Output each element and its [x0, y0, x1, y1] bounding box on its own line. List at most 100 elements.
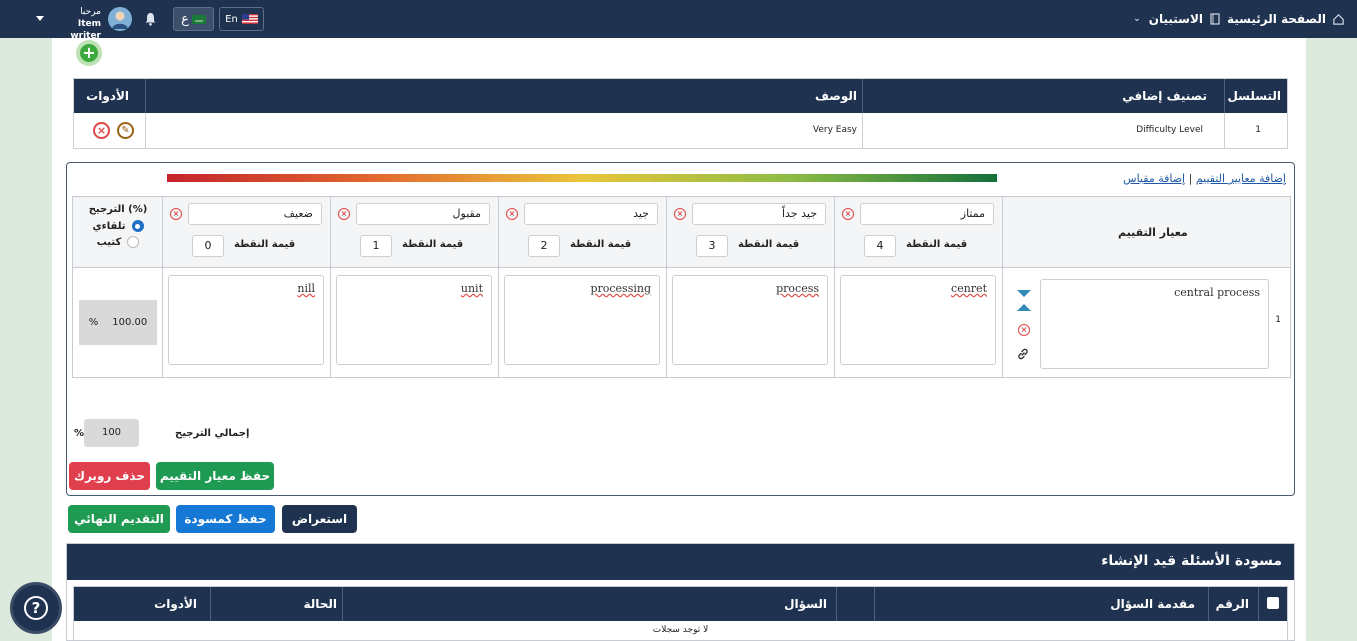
move-down-icon[interactable]: [1017, 290, 1031, 297]
points-input[interactable]: 2: [528, 235, 560, 257]
main-content: + التسلسل تصنيف إضافي الوصف الأدوات 1 Di…: [52, 38, 1306, 641]
cell-desc: Very Easy: [812, 125, 857, 135]
delete-level-icon[interactable]: ×: [170, 208, 182, 220]
drafts-panel-header: مسودة الأسئلة قيد الإنشاء: [67, 544, 1294, 580]
us-flag-icon: [241, 14, 258, 24]
col-desc: الوصف: [814, 89, 857, 103]
answer-text: unit: [460, 282, 483, 295]
level-name-input[interactable]: جيد جداً: [692, 203, 826, 225]
total-weight-label: إجمالي الترجيح: [175, 428, 250, 439]
final-submit-button[interactable]: التقديم النهائي: [68, 505, 170, 533]
move-up-icon[interactable]: [1017, 304, 1031, 311]
level-answer-input[interactable]: cenret: [840, 275, 996, 365]
points-input[interactable]: 1: [360, 235, 392, 257]
rubric-level-column: ممتاز × قيمة النقطة 4 cenret: [834, 197, 1002, 377]
plus-icon: +: [80, 44, 98, 62]
weight-manual-option[interactable]: كتيب: [79, 236, 157, 248]
level-name-input[interactable]: ممتاز: [860, 203, 994, 225]
weight-auto-label: تلقاءي: [92, 220, 126, 232]
answer-text: nill: [297, 282, 315, 295]
lang-ar-button[interactable]: ع: [173, 7, 214, 31]
criteria-header: معيار التقييم: [1118, 226, 1188, 239]
answer-text: process: [776, 282, 819, 295]
surveys-menu[interactable]: ⌄ الاستبيان: [1133, 12, 1221, 26]
add-scale-link[interactable]: إضافة مقياس: [1123, 172, 1185, 185]
col-tools: الأدوات: [154, 597, 197, 611]
avatar[interactable]: [108, 7, 132, 31]
delete-level-icon[interactable]: ×: [842, 208, 854, 220]
points-label: قيمة النقطة: [234, 239, 296, 250]
drafts-table-header: الرقم مقدمة السؤال السؤال الحالة الأدوات: [74, 587, 1287, 621]
help-button[interactable]: ?: [10, 582, 62, 634]
lang-ar-label: ع: [181, 11, 189, 27]
user-info: مرحبا Item writer: [53, 6, 101, 42]
cell-seq: 1: [1255, 125, 1261, 135]
radio-auto-selected-icon: [131, 220, 144, 232]
points-label: قيمة النقطة: [906, 239, 968, 250]
delete-level-icon[interactable]: ×: [338, 208, 350, 220]
select-all-checkbox[interactable]: [1267, 597, 1279, 609]
save-draft-button[interactable]: حفظ كمسودة: [176, 505, 275, 533]
col-extra: تصنيف إضافي: [1122, 89, 1207, 103]
delete-icon[interactable]: ×: [93, 122, 110, 139]
chevron-down-icon: ⌄: [1133, 14, 1141, 24]
criteria-weight-field: % 100.00: [79, 300, 157, 345]
level-name-input[interactable]: ضعيف: [188, 203, 322, 225]
total-weight-pct: %: [74, 428, 85, 439]
radio-manual-icon: [127, 236, 140, 248]
criteria-weight-value: 100.00: [112, 317, 148, 328]
level-name-input[interactable]: جيد: [524, 203, 658, 225]
rubric-links: إضافة معايير التقييم | إضافة مقياس: [1123, 172, 1286, 185]
level-answer-input[interactable]: processing: [504, 275, 660, 365]
weight-manual-label: كتيب: [96, 236, 122, 248]
points-input[interactable]: 3: [696, 235, 728, 257]
classification-table-header: التسلسل تصنيف إضافي الوصف الأدوات: [74, 79, 1287, 113]
weight-auto-option[interactable]: تلقاءي: [79, 220, 157, 232]
drafts-panel: مسودة الأسئلة قيد الإنشاء الرقم مقدمة ال…: [66, 543, 1295, 641]
rubric-panel: إضافة معايير التقييم | إضافة مقياس معيار…: [66, 162, 1295, 496]
save-criteria-button[interactable]: حفظ معيار التقييم: [156, 462, 274, 490]
add-criteria-link[interactable]: إضافة معايير التقييم: [1196, 172, 1286, 185]
lang-en-label: En: [225, 13, 238, 25]
weight-header: (%) الترجيح: [88, 204, 148, 215]
lang-en-button[interactable]: En: [219, 7, 264, 31]
bell-icon[interactable]: [144, 11, 157, 30]
edit-icon[interactable]: ✎: [117, 122, 134, 139]
delete-rubric-button[interactable]: حذف روبرك: [69, 462, 150, 490]
level-answer-input[interactable]: process: [672, 275, 828, 365]
delete-level-icon[interactable]: ×: [506, 208, 518, 220]
home-link[interactable]: الصفحة الرئيسية: [1227, 12, 1345, 26]
link-separator: |: [1188, 172, 1193, 185]
cell-extra: Difficulty Level: [1136, 125, 1203, 135]
surveys-label: الاستبيان: [1148, 12, 1203, 26]
add-classification-button[interactable]: +: [76, 40, 102, 66]
book-icon: [1210, 13, 1220, 25]
answer-text: cenret: [951, 282, 987, 295]
level-answer-input[interactable]: unit: [336, 275, 492, 365]
delete-level-icon[interactable]: ×: [674, 208, 686, 220]
rubric-table: معيار التقييم (%) الترجيح تلقاءي كتيب 1: [72, 196, 1291, 378]
link-icon[interactable]: [1016, 347, 1030, 364]
points-input[interactable]: 4: [864, 235, 896, 257]
level-name-input[interactable]: مقبول: [356, 203, 490, 225]
user-menu-caret-icon[interactable]: [36, 16, 44, 21]
weight-header-group: (%) الترجيح تلقاءي كتيب: [79, 204, 157, 248]
col-status: الحالة: [303, 597, 337, 611]
points-label: قيمة النقطة: [570, 239, 632, 250]
criteria-row-number: 1: [1275, 315, 1281, 325]
rubric-level-column: مقبول × قيمة النقطة 1 unit: [330, 197, 498, 377]
home-label: الصفحة الرئيسية: [1226, 12, 1326, 26]
greeting: مرحبا: [80, 7, 101, 17]
criteria-text-input[interactable]: [1040, 279, 1269, 369]
level-answer-input[interactable]: nill: [168, 275, 324, 365]
col-num: الرقم: [1215, 597, 1249, 611]
delete-criteria-icon[interactable]: ×: [1018, 324, 1030, 336]
question-icon: ?: [24, 596, 48, 620]
table-row: 1 Difficulty Level Very Easy × ✎: [74, 113, 1287, 148]
points-input[interactable]: 0: [192, 235, 224, 257]
user-avatar-icon: [112, 11, 128, 29]
classification-table: التسلسل تصنيف إضافي الوصف الأدوات 1 Diff…: [73, 78, 1288, 149]
preview-button[interactable]: استعراض: [282, 505, 357, 533]
total-weight-field: 100: [84, 419, 139, 447]
col-intro: مقدمة السؤال: [1110, 597, 1195, 611]
